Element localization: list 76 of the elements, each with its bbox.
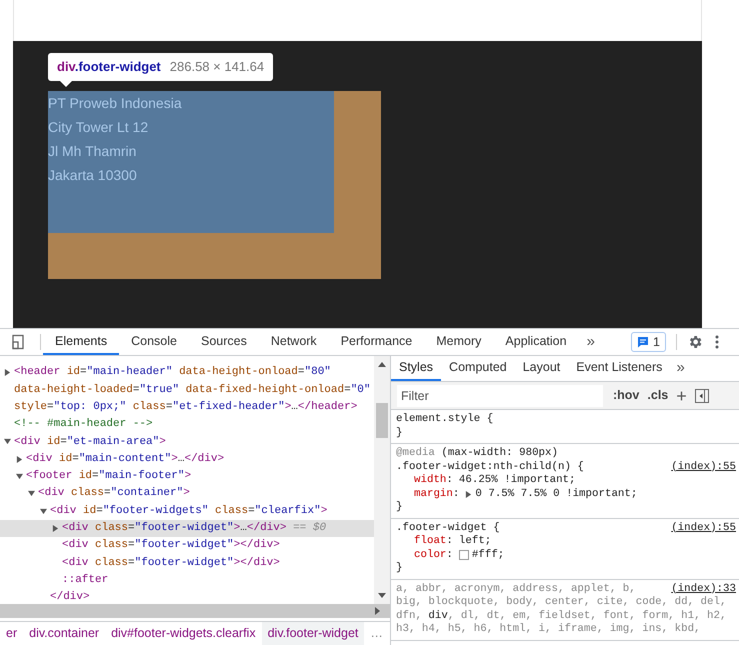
message-icon	[637, 336, 650, 348]
dom-tree-item[interactable]: ::after	[0, 572, 374, 589]
css-selector: .footer-widget:nth-child(n) {	[396, 460, 584, 474]
css-declaration: color: #fff;	[413, 548, 506, 562]
address-line: Jakarta 10300	[48, 166, 137, 185]
settings-icon[interactable]	[687, 334, 703, 350]
sidebar-tab[interactable]: Event Listeners	[568, 356, 670, 381]
disclosure-triangle-icon[interactable]	[40, 508, 46, 515]
panel-tab[interactable]: Application	[493, 329, 579, 355]
horizontal-scrollbar[interactable]	[0, 604, 390, 618]
closing-brace: }	[396, 501, 402, 514]
hover-state-button[interactable]: :hov	[613, 386, 640, 405]
dom-tree-item[interactable]: <!-- #main-header -->	[0, 416, 374, 434]
dom-tree-item[interactable]: <div id="et-main-area">	[0, 433, 374, 450]
css-declaration: width: 46.25% !important;	[413, 474, 577, 488]
address-line: Jl Mh Thamrin	[48, 142, 136, 161]
dom-tree-item[interactable]: <div class="footer-widget"></div>	[0, 536, 374, 554]
panel-tab[interactable]: Network	[258, 329, 329, 355]
scroll-up-icon[interactable]	[378, 362, 386, 367]
css-selector: big, blockquote, body, center, cite, code, dd, del,	[396, 596, 726, 610]
breadcrumb-item[interactable]: er	[0, 622, 24, 645]
dom-tree-item[interactable]: </div>	[0, 588, 374, 604]
filter-field[interactable]: Filter	[397, 384, 603, 406]
dom-tree-item[interactable]: <footer id="main-footer">	[0, 468, 374, 486]
dom-tree-item[interactable]: <div class="footer-widget"></div>	[0, 554, 374, 572]
css-selector: dfn, div, dl, dt, em, fieldset, font, form, h1, h2,	[396, 610, 726, 623]
sidebar-toggle-icon[interactable]	[694, 388, 709, 402]
class-button[interactable]: .cls	[647, 386, 668, 405]
css-selector: .footer-widget {	[396, 522, 500, 535]
disclosure-triangle-icon[interactable]	[16, 472, 22, 480]
breadcrumb-more-button[interactable]: …	[364, 624, 389, 643]
color-swatch[interactable]	[458, 550, 469, 560]
breadcrumb-item[interactable]: div#footer-widgets.clearfix	[105, 622, 262, 645]
dom-tree-item[interactable]: <div class="footer-widget">…</div> == $0	[0, 520, 374, 537]
disclosure-triangle-icon[interactable]	[4, 438, 10, 446]
panel-tab[interactable]: Console	[119, 329, 189, 355]
address-line: PT Proweb Indonesia	[48, 94, 182, 113]
more-tabs-button[interactable]: »	[670, 357, 691, 380]
source-link[interactable]: (index):33	[671, 582, 736, 596]
scroll-right-icon[interactable]	[375, 607, 380, 615]
disclosure-triangle-icon[interactable]	[16, 456, 22, 463]
new-rule-button[interactable]: +	[676, 386, 687, 404]
sidebar-tab[interactable]: Layout	[514, 356, 568, 381]
closing-brace: }	[396, 426, 402, 440]
closing-brace: }	[396, 562, 402, 576]
scrollbar-thumb[interactable]	[376, 403, 388, 438]
more-tabs-button[interactable]: »	[578, 330, 603, 354]
css-selector: a, abbr, acronym, address, applet, b,	[396, 582, 636, 596]
panel-tab[interactable]: Elements	[43, 329, 120, 355]
css-declaration: margin: 0 7.5% 7.5% 0 !important;	[413, 488, 638, 501]
css-declaration: float: left;	[413, 535, 492, 548]
sidebar-tab[interactable]: Computed	[441, 356, 515, 381]
scroll-down-icon[interactable]	[378, 593, 386, 598]
panel-tab[interactable]: Sources	[188, 329, 259, 355]
source-link[interactable]: (index):55	[671, 522, 736, 535]
more-menu-icon[interactable]	[715, 335, 719, 349]
vertical-scrollbar[interactable]	[374, 356, 390, 604]
dom-tree-item[interactable]: <div id="main-content">…</div>	[0, 450, 374, 468]
panel-tab[interactable]: Performance	[328, 329, 424, 355]
dock-icon[interactable]	[10, 334, 26, 350]
media-query: @media (max-width: 980px)	[396, 447, 558, 460]
css-selector: h3, h4, h5, h6, html, i, iframe, img, ins, kbd,	[396, 623, 701, 636]
dom-tree-item[interactable]: <div id="footer-widgets" class="clearfix">	[0, 502, 374, 520]
disclosure-triangle-icon[interactable]	[28, 490, 34, 498]
breadcrumb-item[interactable]: div.container	[23, 622, 106, 645]
css-selector: element.style {	[396, 413, 494, 426]
dom-tree-item[interactable]: <div class="container">	[0, 485, 374, 502]
disclosure-triangle-icon[interactable]	[4, 369, 10, 376]
address-line: City Tower Lt 12	[48, 118, 148, 137]
breadcrumb-item[interactable]: div.footer-widget	[262, 622, 364, 645]
issues-badge[interactable]: 1	[631, 332, 666, 352]
expand-triangle-icon[interactable]	[465, 490, 472, 498]
source-link[interactable]: (index):55	[671, 460, 736, 474]
dom-tree-item[interactable]: <header id="main-header" data-height-onload="80" data-height-loaded="true" data-fixed-height-onload="0" style="top: 0px;" class="et-fixed-header">…</header>	[0, 364, 374, 416]
disclosure-triangle-icon[interactable]	[52, 524, 58, 532]
panel-tab[interactable]: Memory	[424, 329, 494, 355]
